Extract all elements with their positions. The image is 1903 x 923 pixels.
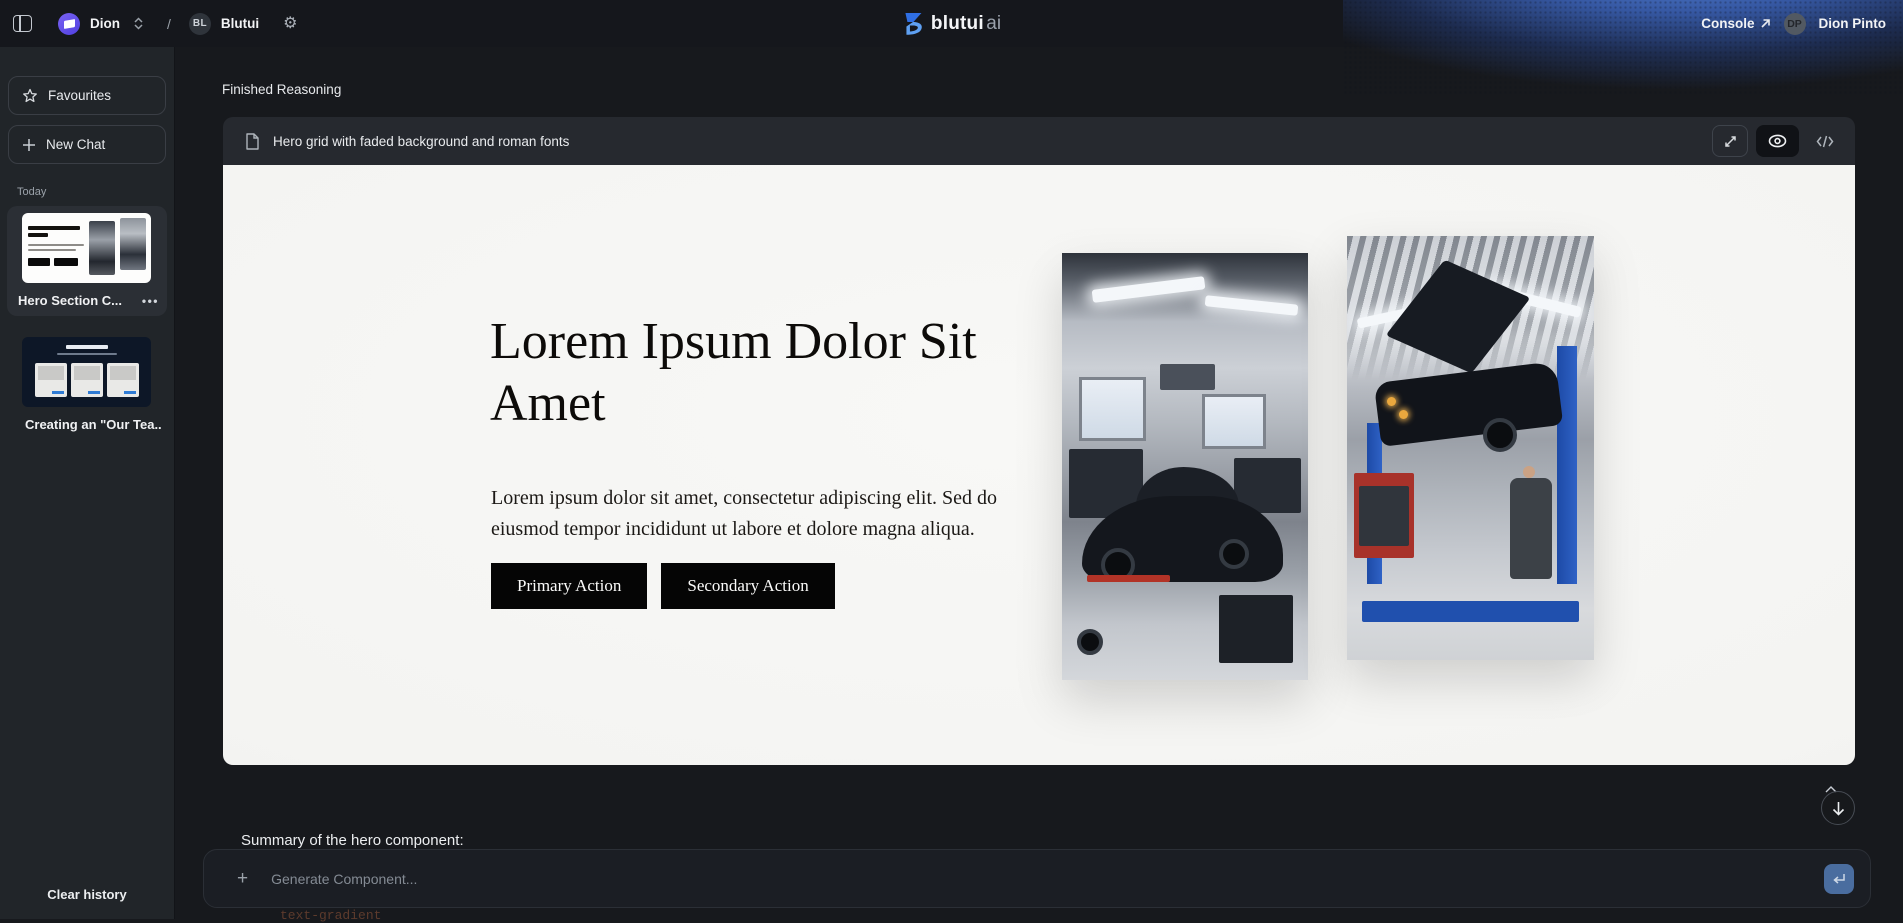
clear-history-button[interactable]: Clear history xyxy=(0,887,174,902)
code-icon xyxy=(1816,135,1834,148)
return-arrow-icon xyxy=(1832,873,1846,885)
expand-icon xyxy=(1723,134,1738,149)
logo-suffix: ai xyxy=(986,13,1001,34)
summary-text: Summary of the hero component: xyxy=(241,832,464,849)
history-section-label: Today xyxy=(17,186,174,198)
component-card-header: Hero grid with faded background and roma… xyxy=(223,117,1855,165)
hero-body-text: Lorem ipsum dolor sit amet, consectetur … xyxy=(491,483,1043,545)
sidebar-toggle-icon[interactable] xyxy=(13,15,32,32)
hero-heading-line1: Lorem Ipsum Dolor Sit xyxy=(490,313,977,370)
send-button[interactable] xyxy=(1824,864,1854,894)
scroll-to-bottom-button[interactable] xyxy=(1821,791,1855,825)
chat-thumbnail xyxy=(22,337,151,407)
arrow-down-icon xyxy=(1832,801,1845,816)
logo-word: blutui xyxy=(931,13,984,34)
external-link-arrow-icon xyxy=(1760,18,1771,29)
console-link[interactable]: Console xyxy=(1701,16,1770,31)
eye-icon xyxy=(1768,134,1787,148)
code-view-button[interactable] xyxy=(1807,125,1843,157)
breadcrumb-separator: / xyxy=(167,16,171,32)
component-title: Hero grid with faded background and roma… xyxy=(273,134,569,149)
chat-thumbnail xyxy=(22,213,151,283)
top-bar: Dion / BL Blutui ⚙ blutui ai Console DP xyxy=(0,0,1903,47)
project-name[interactable]: Blutui xyxy=(221,16,259,31)
hero-heading: Lorem Ipsum Dolor SitAmet xyxy=(490,311,990,436)
new-chat-button[interactable]: New Chat xyxy=(8,125,166,164)
preview-toggle-button[interactable] xyxy=(1756,125,1799,157)
settings-gear-icon[interactable]: ⚙ xyxy=(283,16,297,32)
favourites-button[interactable]: Favourites xyxy=(8,76,166,115)
sidebar: Favourites New Chat Today Hero Section C… xyxy=(0,47,175,919)
plus-icon xyxy=(22,138,36,152)
expand-button[interactable] xyxy=(1712,125,1748,157)
chat-label: Creating an "Our Tea... xyxy=(25,417,161,432)
chat-label: Hero Section C... xyxy=(18,293,122,308)
new-chat-label: New Chat xyxy=(46,137,105,152)
reasoning-status[interactable]: Finished Reasoning xyxy=(222,82,341,97)
attach-plus-icon[interactable]: + xyxy=(237,869,248,888)
composer-bar: + xyxy=(203,849,1871,908)
hero-secondary-button[interactable]: Secondary Action xyxy=(661,563,834,609)
component-card: Hero grid with faded background and roma… xyxy=(223,117,1855,765)
team-switcher-chevrons-icon[interactable] xyxy=(134,17,143,30)
hero-image-sports-car-garage xyxy=(1062,253,1308,680)
hero-component-preview: Lorem Ipsum Dolor SitAmet Lorem ipsum do… xyxy=(223,165,1855,765)
blutui-logo-icon xyxy=(902,12,924,36)
team-logo-shape xyxy=(64,19,75,29)
user-name[interactable]: Dion Pinto xyxy=(1819,16,1887,31)
hero-image-car-on-lift xyxy=(1347,236,1594,660)
hero-heading-line2: Amet xyxy=(490,375,606,432)
chat-item-our-team[interactable]: Creating an "Our Tea... xyxy=(7,330,167,438)
project-avatar[interactable]: BL xyxy=(189,13,211,35)
main-content: Finished Reasoning Hero grid with faded … xyxy=(175,47,1903,919)
app-logo: blutui ai xyxy=(902,0,1001,47)
clipped-code-text: text-gradient xyxy=(280,908,381,923)
console-label: Console xyxy=(1701,16,1754,31)
chat-item-hero-section[interactable]: Hero Section C... ••• xyxy=(7,206,167,316)
document-icon xyxy=(245,133,260,150)
chat-options-icon[interactable]: ••• xyxy=(142,294,159,308)
user-avatar[interactable]: DP xyxy=(1784,13,1806,35)
hero-primary-button[interactable]: Primary Action xyxy=(491,563,647,609)
team-name[interactable]: Dion xyxy=(90,16,120,31)
generate-component-input[interactable] xyxy=(271,871,1824,887)
star-icon xyxy=(22,88,38,104)
favourites-label: Favourites xyxy=(48,88,111,103)
team-avatar[interactable] xyxy=(58,13,80,35)
